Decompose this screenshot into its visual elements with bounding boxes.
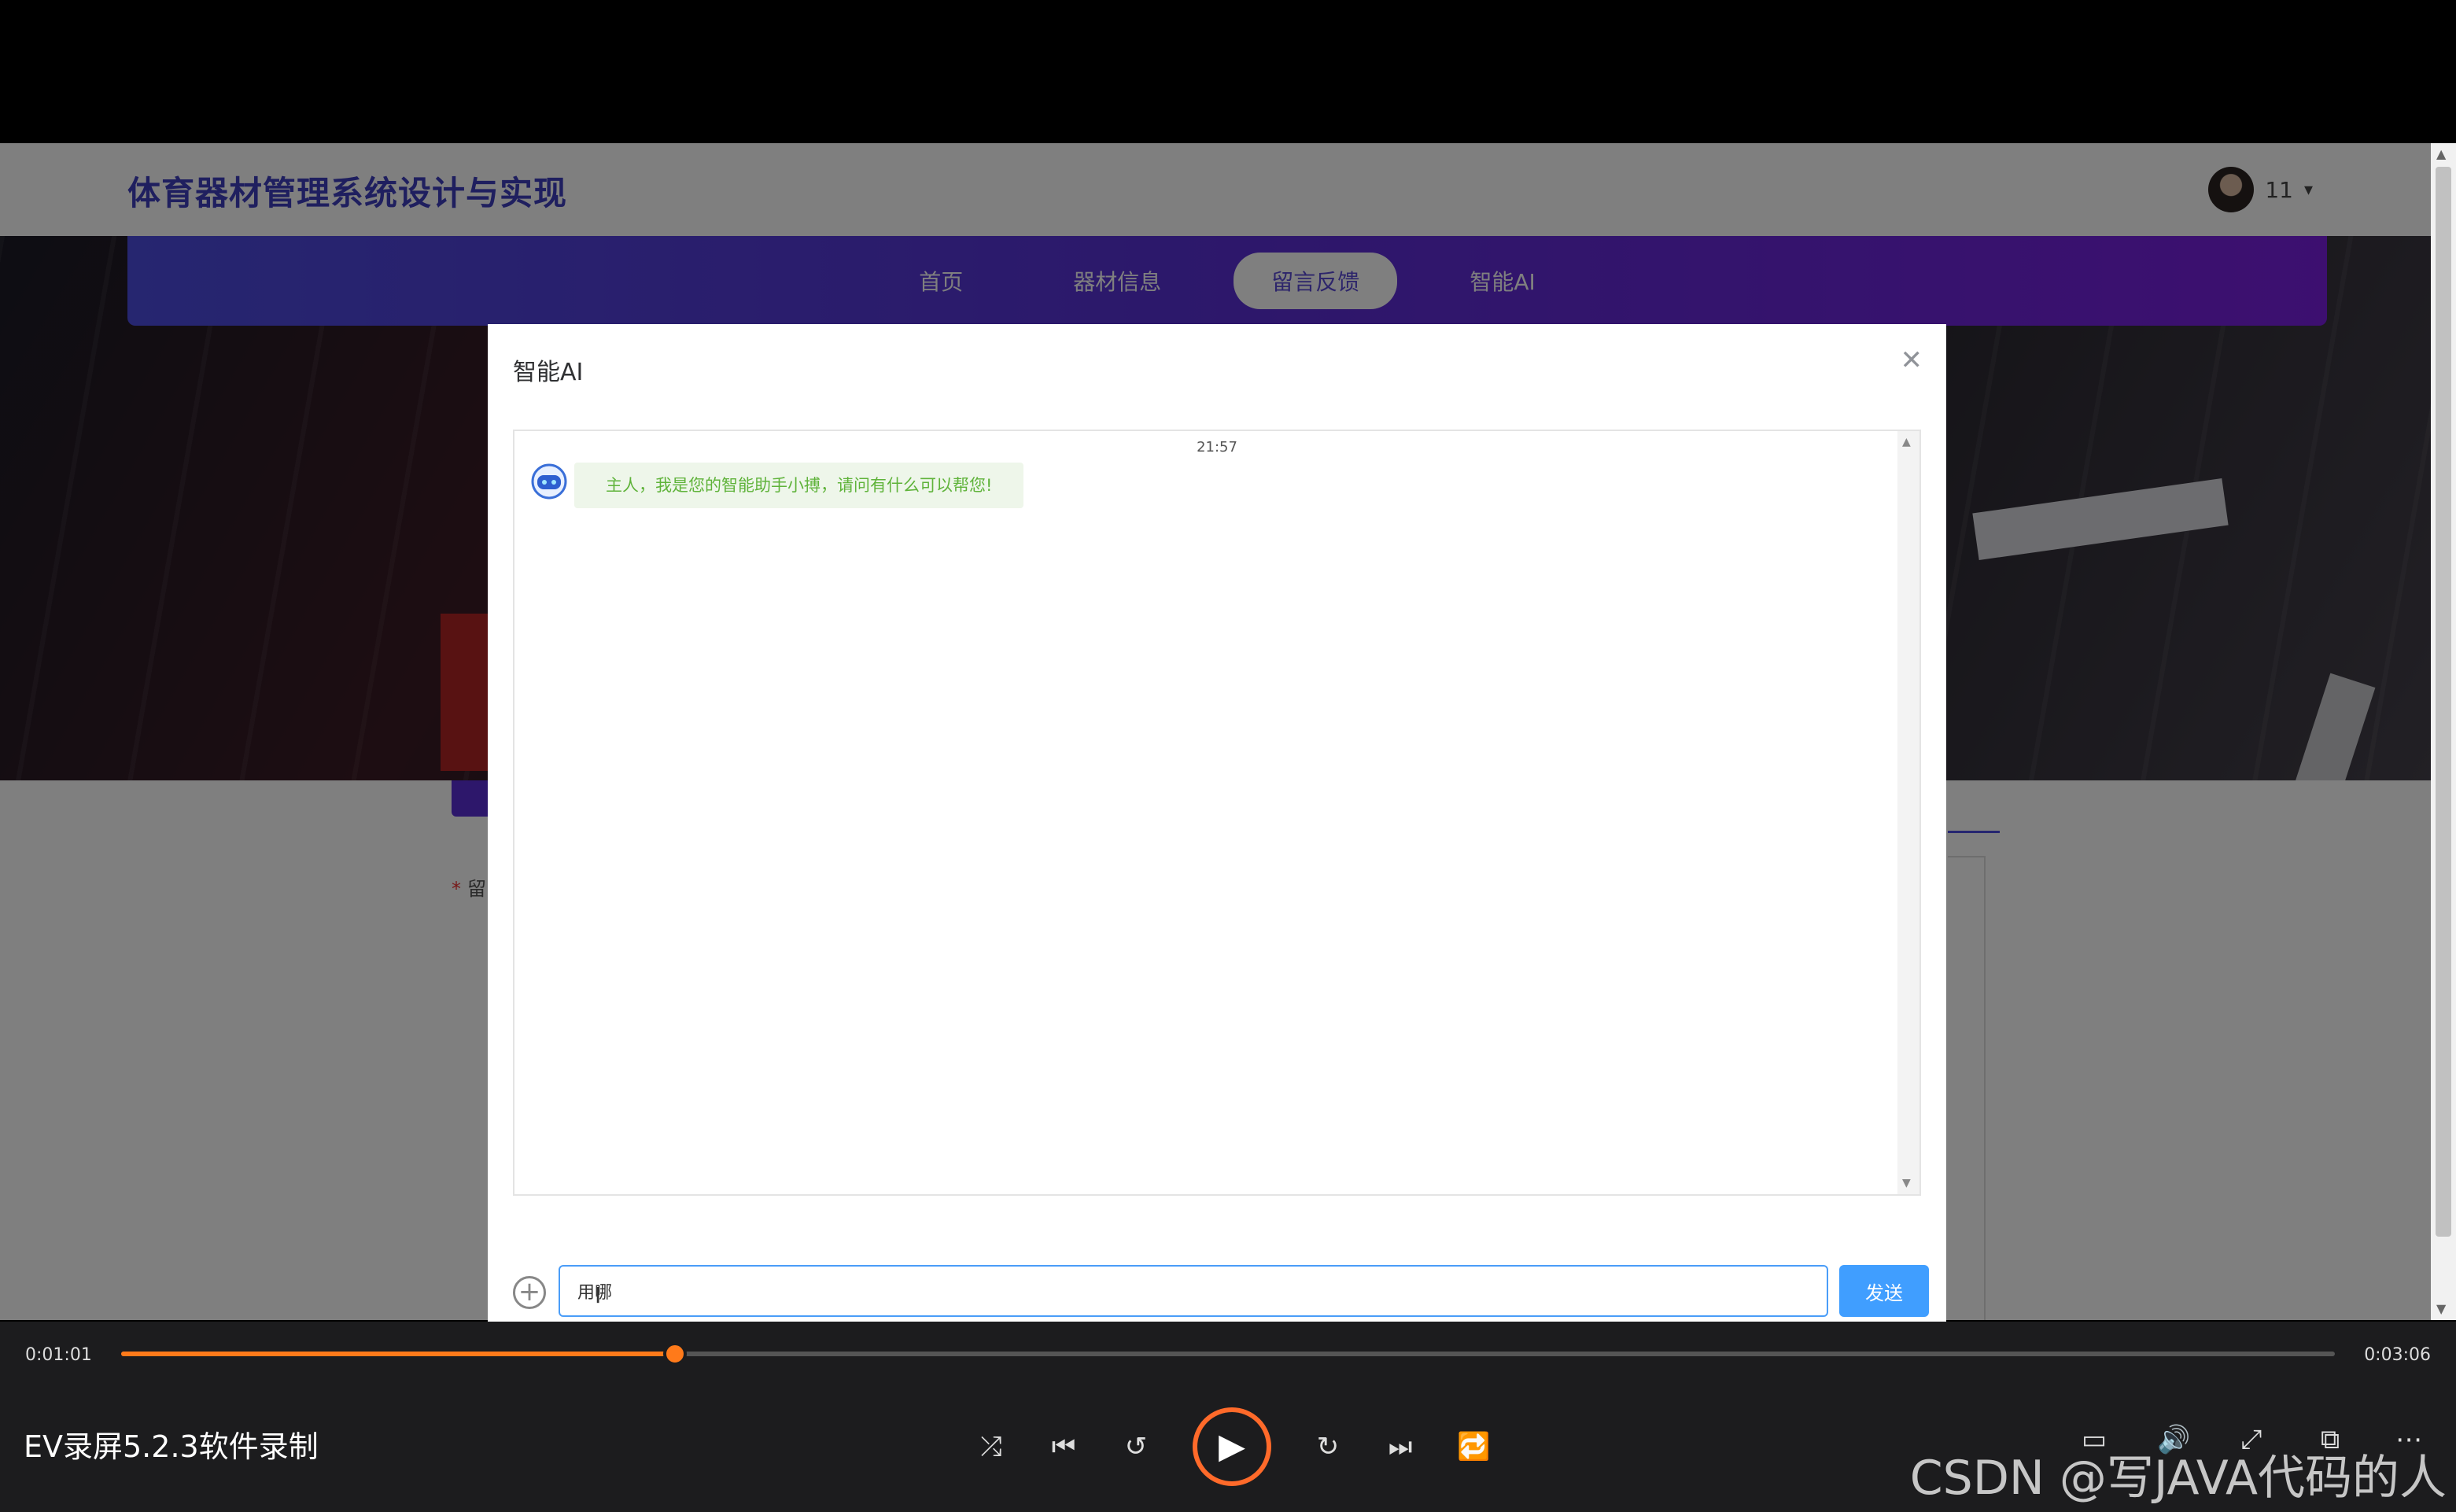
next-icon[interactable]: ⏭ [1385,1431,1416,1462]
progress-track[interactable] [121,1342,2335,1366]
progress-knob[interactable] [662,1342,687,1366]
page-scrollbar[interactable]: ▲ ▼ [2431,143,2456,1320]
play-button[interactable]: ▶ [1193,1407,1271,1486]
scroll-down-icon[interactable]: ▼ [1902,1175,1911,1191]
forward-30-icon[interactable]: ↻ [1312,1431,1344,1462]
player-title: EV录屏5.2.3软件录制 [24,1429,319,1464]
bot-message: 主人，我是您的智能助手小搏，请问有什么可以帮您! [574,463,1024,508]
screen: 体育器材管理系统设计与实现 11 ▾ 首页 器材信息 留言反馈 智能AI *留 [0,0,2456,1512]
plus-circle-icon[interactable]: + [513,1276,546,1309]
repeat-icon[interactable]: 🔁 [1457,1431,1490,1462]
dialog-title: 智能AI [513,359,584,386]
chat-input-row: + I 发送 [511,1265,1929,1317]
chat-scrollbar[interactable]: ▲ ▼ [1897,431,1919,1194]
previous-icon[interactable]: ⏮ [1048,1431,1079,1462]
scroll-up-icon[interactable]: ▲ [2436,146,2446,162]
scroll-down-icon[interactable]: ▼ [2436,1301,2446,1317]
send-button[interactable]: 发送 [1839,1265,1929,1317]
text-cursor-icon: I [595,1282,602,1308]
rewind-10-icon[interactable]: ↺ [1120,1431,1152,1462]
chat-history: 21:57 主人，我是您的智能助手小搏，请问有什么可以帮您! ▲ ▼ [513,430,1921,1196]
scroll-up-icon[interactable]: ▲ [1902,434,1911,450]
message-input[interactable] [559,1265,1828,1317]
watermark: CSDN @写JAVA代码的人 [1909,1451,2447,1506]
robot-icon [531,463,567,500]
close-icon[interactable]: ✕ [1901,345,1923,376]
shuffle-icon[interactable]: ⤮ [975,1431,1007,1462]
playback-controls: ⤮ ⏮ ↺ ▶ ↻ ⏭ 🔁 [975,1403,1490,1490]
total-time: 0:03:06 [2364,1345,2431,1365]
ai-chat-dialog: 智能AI ✕ 21:57 主人，我是您的智能助手小搏，请问有什么可以帮您! ▲ … [488,324,1946,1323]
video-player-bar: 0:01:01 0:03:06 EV录屏5.2.3软件录制 ⤮ ⏮ ↺ ▶ ↻ … [0,1322,2456,1512]
progress-fill [121,1352,675,1356]
chat-timestamp: 21:57 [1197,439,1237,455]
current-time: 0:01:01 [25,1345,92,1365]
scrollbar-thumb[interactable] [2436,167,2451,1237]
